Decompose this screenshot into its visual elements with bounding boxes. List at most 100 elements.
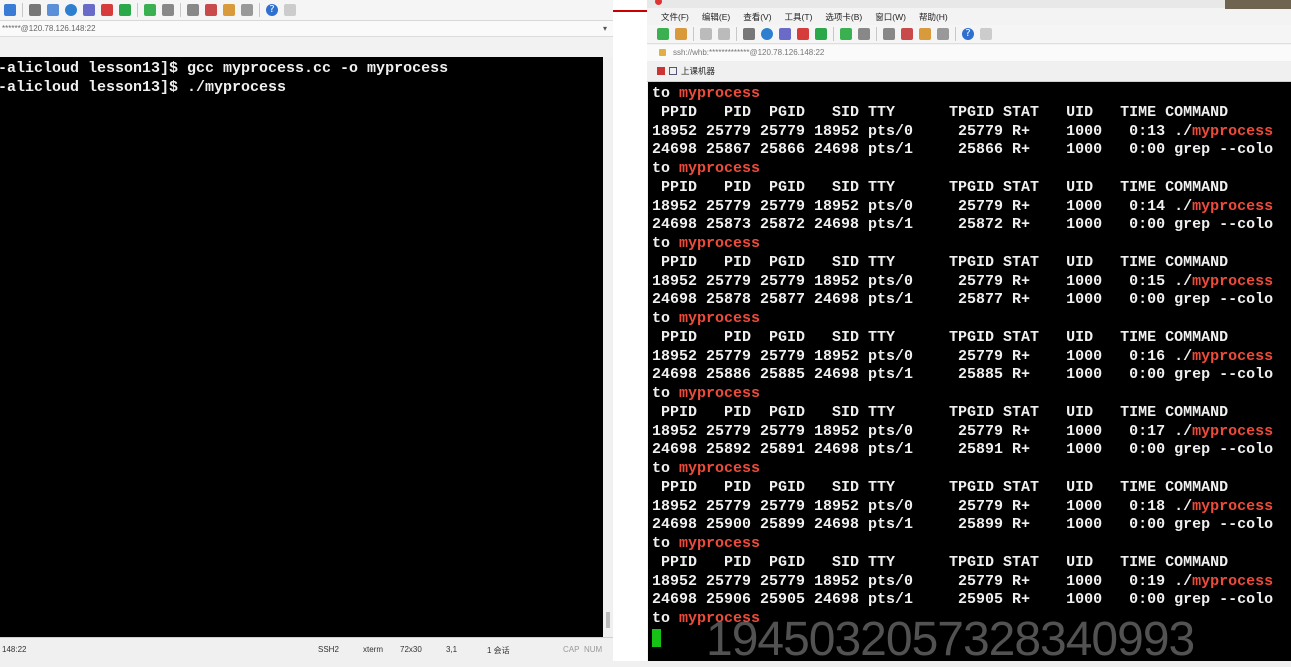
- link-icon[interactable]: [700, 28, 712, 40]
- to-prefix: to: [652, 85, 680, 102]
- chevron-down-icon[interactable]: ▾: [603, 21, 607, 37]
- menu-file[interactable]: 文件(F): [661, 11, 689, 23]
- font-icon[interactable]: [779, 28, 791, 40]
- address-text: ssh://whb:*************@120.78.126.148:2…: [673, 48, 825, 57]
- ps-header: PPID PID PGID SID TTY TPGID STAT UID TIM…: [652, 103, 1229, 121]
- right-address-bar[interactable]: ssh://whb:*************@120.78.126.148:2…: [647, 45, 1291, 62]
- ps-row: 18952 25779 25779 18952 pts/0 25779 R+ 1…: [652, 497, 1274, 515]
- fullscreen-icon[interactable]: [840, 28, 852, 40]
- globe-icon[interactable]: [761, 28, 773, 40]
- menu-help[interactable]: 帮助(H): [919, 11, 948, 23]
- ps-row: 18952 25779 25779 18952 pts/0 25779 R+ 1…: [652, 197, 1274, 215]
- globe-icon[interactable]: [65, 4, 77, 16]
- to-prefix: to: [652, 235, 680, 252]
- ps-header: PPID PID PGID SID TTY TPGID STAT UID TIM…: [652, 328, 1229, 346]
- toolbar-separator: [955, 27, 956, 41]
- ps-row: 18952 25779 25779 18952 pts/0 25779 R+ 1…: [652, 572, 1274, 590]
- process-name: myprocess: [1192, 422, 1274, 440]
- ps-row: 18952 25779 25779 18952 pts/0 25779 R+ 1…: [652, 272, 1274, 290]
- process-name: myprocess: [1192, 572, 1274, 590]
- xftp-icon[interactable]: [101, 4, 113, 16]
- session-icon: [669, 67, 677, 75]
- ps-row: 24698 25867 25866 24698 pts/1 25866 R+ 1…: [652, 141, 1274, 159]
- scrollbar-thumb[interactable]: [606, 612, 610, 628]
- left-terminal[interactable]: -alicloud lesson13]$ gcc myprocess.cc -o…: [0, 57, 603, 637]
- highlight-icon[interactable]: [901, 28, 913, 40]
- folder-icon[interactable]: [919, 28, 931, 40]
- terminal-line: -alicloud lesson13]$ ./myprocess: [0, 79, 287, 96]
- process-name: myprocess: [679, 85, 761, 102]
- to-prefix: to: [652, 610, 680, 627]
- disconnect-icon[interactable]: [718, 28, 730, 40]
- new-session-icon[interactable]: [4, 4, 16, 16]
- help-icon[interactable]: ?: [962, 28, 974, 40]
- process-name: myprocess: [1192, 272, 1274, 290]
- highlight-icon[interactable]: [205, 4, 217, 16]
- watermark: 1945032057328340993: [706, 613, 1195, 666]
- status-caps: CAP: [563, 645, 580, 654]
- folder-icon[interactable]: [675, 28, 687, 40]
- terminal-line: to myprocess: [652, 460, 760, 477]
- process-name: myprocess: [679, 310, 761, 327]
- session-tab-bar: 上课机器: [647, 61, 1291, 82]
- terminal-line: -alicloud lesson13]$ gcc myprocess.cc -o…: [0, 60, 449, 77]
- menu-edit[interactable]: 编辑(E): [702, 11, 730, 23]
- terminal-line: to myprocess: [652, 85, 760, 102]
- left-toolbar: ?: [0, 0, 613, 21]
- ps-row: 24698 25886 25885 24698 pts/1 25885 R+ 1…: [652, 366, 1274, 384]
- to-prefix: to: [652, 385, 680, 402]
- toolbar-separator: [693, 27, 694, 41]
- keyboard-icon[interactable]: [187, 4, 199, 16]
- new-session-icon[interactable]: [657, 28, 669, 40]
- status-protocol: SSH2: [318, 645, 339, 654]
- ps-row: 18952 25779 25779 18952 pts/0 25779 R+ 1…: [652, 422, 1274, 440]
- xshell-icon[interactable]: [119, 4, 131, 16]
- chat-icon[interactable]: [980, 28, 992, 40]
- left-terminal-window: ? ******@120.78.126.148:22 ▾ -alicloud l…: [0, 0, 614, 662]
- lock-icon[interactable]: [858, 28, 870, 40]
- terminal-line: to myprocess: [652, 235, 760, 252]
- status-pos: 3,1: [446, 645, 458, 654]
- menu-tabs[interactable]: 选项卡(B): [825, 11, 862, 23]
- fullscreen-icon[interactable]: [144, 4, 156, 16]
- ps-row: 24698 25906 25905 24698 pts/1 25905 R+ 1…: [652, 591, 1274, 609]
- xftp-icon[interactable]: [797, 28, 809, 40]
- xshell-icon[interactable]: [815, 28, 827, 40]
- layout-icon[interactable]: [47, 4, 59, 16]
- process-name: myprocess: [679, 460, 761, 477]
- toolbar-separator: [736, 27, 737, 41]
- left-tab-strip: [0, 37, 613, 58]
- menu-window[interactable]: 窗口(W): [875, 11, 906, 23]
- status-term: xterm: [363, 645, 383, 654]
- to-prefix: to: [652, 310, 680, 327]
- font-icon[interactable]: [83, 4, 95, 16]
- menu-view[interactable]: 查看(V): [743, 11, 771, 23]
- lock-icon[interactable]: [162, 4, 174, 16]
- left-scrollbar[interactable]: [603, 57, 613, 637]
- terminal-line: to myprocess: [652, 535, 760, 552]
- search-icon[interactable]: [29, 4, 41, 16]
- toolbar-separator: [22, 3, 23, 17]
- chat-icon[interactable]: [284, 4, 296, 16]
- ps-header: PPID PID PGID SID TTY TPGID STAT UID TIM…: [652, 178, 1229, 196]
- keyboard-icon[interactable]: [883, 28, 895, 40]
- grid-icon[interactable]: [241, 4, 253, 16]
- ps-header: PPID PID PGID SID TTY TPGID STAT UID TIM…: [652, 553, 1229, 571]
- grid-icon[interactable]: [937, 28, 949, 40]
- help-icon[interactable]: ?: [266, 4, 278, 16]
- search-icon[interactable]: [743, 28, 755, 40]
- right-terminal[interactable]: to myprocess PPID PID PGID SID TTY TPGID…: [648, 82, 1291, 661]
- title-bar: [647, 0, 1291, 8]
- process-name: myprocess: [1192, 122, 1274, 140]
- left-address-bar[interactable]: ******@120.78.126.148:22 ▾: [0, 21, 613, 37]
- menu-bar: 文件(F) 编辑(E) 查看(V) 工具(T) 选项卡(B) 窗口(W) 帮助(…: [647, 9, 1291, 25]
- menu-tools[interactable]: 工具(T): [785, 11, 813, 23]
- status-num: NUM: [584, 645, 603, 654]
- toolbar-separator: [259, 3, 260, 17]
- folder-icon[interactable]: [223, 4, 235, 16]
- left-status-bar: 148:22 SSH2 xterm 72x30 3,1 1 会话 CAP NUM: [0, 637, 613, 662]
- tab-session[interactable]: 上课机器: [657, 64, 715, 78]
- ps-row: 24698 25878 25877 24698 pts/1 25877 R+ 1…: [652, 291, 1274, 309]
- ps-header: PPID PID PGID SID TTY TPGID STAT UID TIM…: [652, 478, 1229, 496]
- pin-icon: [657, 67, 665, 75]
